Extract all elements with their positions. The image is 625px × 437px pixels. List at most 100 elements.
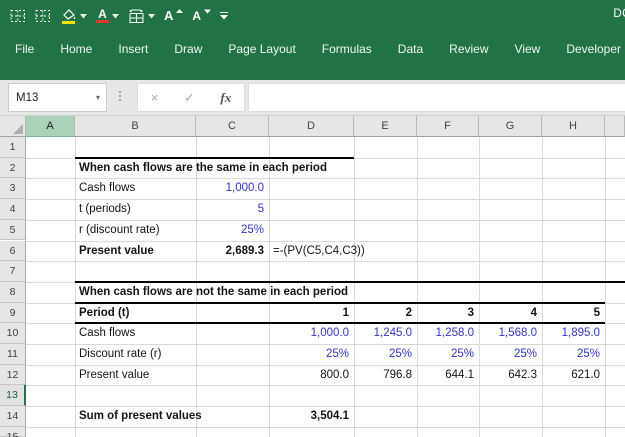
cell-D10[interactable]: 1,000.0: [269, 323, 354, 344]
cell-D6[interactable]: =-(PV(C5,C4,C3)): [273, 241, 365, 262]
enter-button[interactable]: ✓: [184, 83, 195, 112]
row-header-12[interactable]: 12: [0, 364, 26, 386]
insert-function-button[interactable]: fx: [220, 83, 231, 112]
cell-B9[interactable]: Period (t): [79, 303, 129, 324]
row-header-4[interactable]: 4: [0, 199, 26, 220]
cell-B6[interactable]: Present value: [79, 241, 154, 262]
name-box[interactable]: M13 ▾: [8, 83, 107, 112]
tab-insert[interactable]: Insert: [118, 42, 148, 56]
tab-formulas[interactable]: Formulas: [322, 42, 372, 56]
cell-F9[interactable]: 3: [417, 303, 479, 324]
tab-view[interactable]: View: [515, 42, 541, 56]
name-box-resize-handle[interactable]: [119, 91, 121, 101]
cell-D11[interactable]: 25%: [269, 344, 354, 365]
cell-H9[interactable]: 5: [542, 303, 605, 324]
borders-grid-icon[interactable]: [128, 9, 155, 24]
cell-F11[interactable]: 25%: [417, 344, 479, 365]
row-header-9[interactable]: 9: [0, 302, 26, 324]
grow-font-icon[interactable]: A: [164, 9, 184, 22]
tab-data[interactable]: Data: [398, 42, 423, 56]
column-header-F[interactable]: F: [417, 116, 479, 137]
sheet-grid[interactable]: A B C D E F G H 1 2 3 4 5 6 7 8 9 10 11 12 13 14 15 When cash f…: [0, 116, 625, 437]
cell-F10[interactable]: 1,258.0: [417, 323, 479, 344]
customize-qat-icon[interactable]: [220, 11, 229, 21]
cell-B12[interactable]: Present value: [79, 365, 149, 386]
gridline: [417, 137, 418, 437]
cell-G10[interactable]: 1,568.0: [479, 323, 542, 344]
cell-B14[interactable]: Sum of present values: [79, 406, 202, 427]
cell-D12[interactable]: 800.0: [269, 365, 354, 386]
row-header-5[interactable]: 5: [0, 219, 26, 241]
column-header-D[interactable]: D: [269, 116, 354, 137]
cell-C6[interactable]: 2,689.3: [196, 241, 269, 262]
cell-C3[interactable]: 1,000.0: [196, 178, 269, 199]
tab-draw[interactable]: Draw: [174, 42, 202, 56]
row-header-6[interactable]: 6: [0, 240, 26, 262]
borders-dotted-icon[interactable]: [10, 9, 26, 23]
column-header-A[interactable]: A: [26, 116, 75, 137]
cell-B2[interactable]: When cash flows are the same in each per…: [79, 158, 327, 179]
cell-F12[interactable]: 644.1: [417, 365, 479, 386]
column-header-H[interactable]: H: [542, 116, 605, 137]
gridline: [75, 137, 76, 437]
cell-H10[interactable]: 1,895.0: [542, 323, 605, 344]
shrink-font-icon[interactable]: A: [192, 9, 212, 22]
cell-B10[interactable]: Cash flows: [79, 323, 135, 344]
cell-D14[interactable]: 3,504.1: [269, 406, 354, 427]
column-header-filler[interactable]: [605, 116, 625, 137]
cell-B5[interactable]: r (discount rate): [79, 220, 160, 241]
cancel-button[interactable]: ×: [151, 83, 159, 112]
cell-E12[interactable]: 796.8: [354, 365, 417, 386]
row-header-1[interactable]: 1: [0, 137, 26, 158]
row-header-10[interactable]: 10: [0, 323, 26, 344]
gridline: [26, 385, 625, 387]
row-header-3[interactable]: 3: [0, 178, 26, 200]
fill-color-icon[interactable]: [60, 8, 87, 24]
cell-G12[interactable]: 642.3: [479, 365, 542, 386]
row-header-14[interactable]: 14: [0, 406, 26, 427]
tab-file[interactable]: File: [15, 42, 34, 56]
cell-G9[interactable]: 4: [479, 303, 542, 324]
cell-G11[interactable]: 25%: [479, 344, 542, 365]
cell-B8[interactable]: When cash flows are not the same in each…: [79, 282, 348, 303]
gridline: [542, 137, 543, 437]
select-all-button[interactable]: [0, 116, 26, 137]
cell-H11[interactable]: 25%: [542, 344, 605, 365]
borders-dotted-alt-icon[interactable]: [35, 9, 51, 23]
tab-home[interactable]: Home: [60, 42, 92, 56]
tab-page-layout[interactable]: Page Layout: [228, 42, 295, 56]
column-header-C[interactable]: C: [196, 116, 269, 137]
gridline: [605, 137, 606, 437]
gridline: [26, 426, 625, 428]
gridline: [354, 137, 355, 437]
row-header-13[interactable]: 13: [0, 385, 26, 407]
excel-window: AAA DC FileHomeInsertDrawPage LayoutForm…: [0, 0, 625, 437]
tab-developer[interactable]: Developer: [566, 42, 621, 56]
cell-B4[interactable]: t (periods): [79, 199, 131, 220]
gridline: [26, 261, 625, 263]
cell-E11[interactable]: 25%: [354, 344, 417, 365]
account-badge[interactable]: DC: [613, 8, 625, 20]
row-header-7[interactable]: 7: [0, 261, 26, 282]
cell-H12[interactable]: 621.0: [542, 365, 605, 386]
column-header-E[interactable]: E: [354, 116, 417, 137]
row-header-8[interactable]: 8: [0, 281, 26, 303]
row-header-11[interactable]: 11: [0, 344, 26, 365]
chevron-down-icon[interactable]: ▾: [96, 93, 106, 102]
row-header-2[interactable]: 2: [0, 157, 26, 179]
cell-D9[interactable]: 1: [269, 303, 354, 324]
cell-C4[interactable]: 5: [196, 199, 269, 220]
cell-C5[interactable]: 25%: [196, 220, 269, 241]
cell-B3[interactable]: Cash flows: [79, 178, 135, 199]
cell-E9[interactable]: 2: [354, 303, 417, 324]
name-box-value: M13: [16, 91, 39, 104]
cell-E10[interactable]: 1,245.0: [354, 323, 417, 344]
tab-review[interactable]: Review: [449, 42, 488, 56]
ribbon: AAA DC FileHomeInsertDrawPage LayoutForm…: [0, 0, 625, 80]
font-color-icon[interactable]: A: [96, 8, 119, 23]
column-header-B[interactable]: B: [75, 116, 196, 137]
cell-B11[interactable]: Discount rate (r): [79, 344, 161, 365]
column-header-G[interactable]: G: [479, 116, 542, 137]
row-header-15[interactable]: 15: [0, 426, 26, 437]
formula-input[interactable]: [248, 83, 625, 112]
